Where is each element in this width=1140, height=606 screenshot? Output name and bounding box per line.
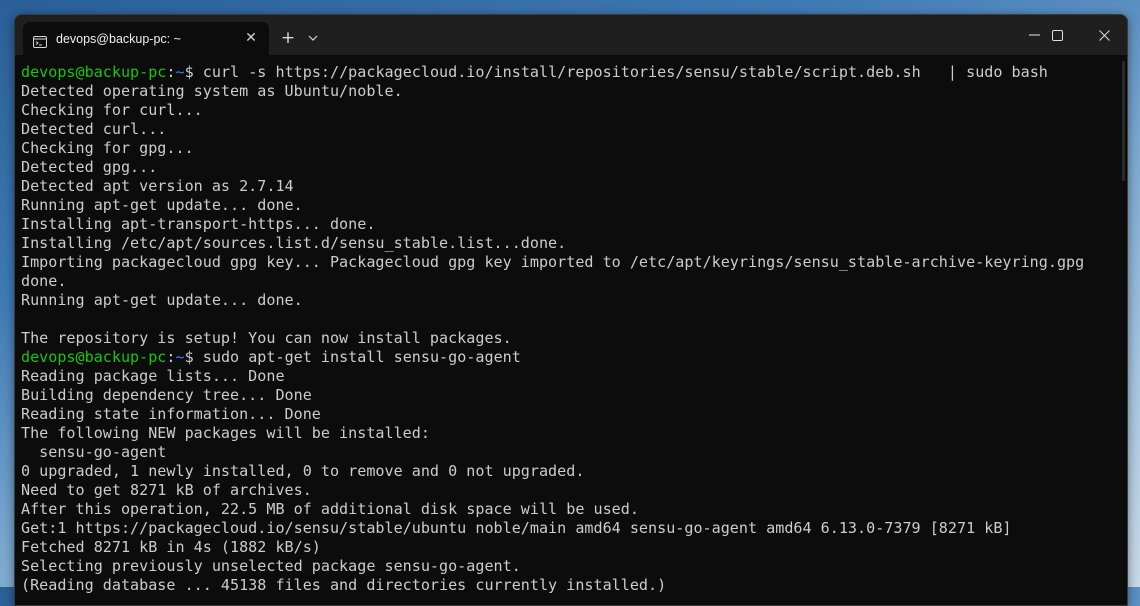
- prompt-symbol: $: [184, 348, 203, 366]
- output-line: Checking for curl...: [21, 101, 203, 119]
- prompt-user: devops@backup-pc: [21, 63, 167, 81]
- output-line: Detected gpg...: [21, 158, 158, 176]
- prompt-line: devops@backup-pc:~$ curl -s https://pack…: [21, 63, 1048, 81]
- output-line: Reading package lists... Done: [21, 367, 285, 385]
- prompt-symbol: $: [184, 63, 203, 81]
- output-line: (Reading database ... 45138 files and di…: [21, 576, 667, 594]
- prompt-line: devops@backup-pc:~$ sudo apt-get install…: [21, 348, 521, 366]
- prompt-path: ~: [175, 63, 185, 81]
- output-line: Fetched 8271 kB in 4s (1882 kB/s): [21, 538, 321, 556]
- output-line: The repository is setup! You can now ins…: [21, 329, 512, 347]
- output-line: done.: [21, 272, 67, 290]
- maximize-button[interactable]: [1034, 15, 1080, 55]
- scrollbar[interactable]: [1122, 61, 1125, 181]
- output-line: Detected apt version as 2.7.14: [21, 177, 294, 195]
- output-line: Selecting previously unselected package …: [21, 557, 521, 575]
- output-line: Installing /etc/apt/sources.list.d/sensu…: [21, 234, 567, 252]
- tab-dropdown-chevron-down-icon[interactable]: [304, 28, 322, 48]
- output-line: Reading state information... Done: [21, 405, 321, 423]
- output-line: Building dependency tree... Done: [21, 386, 312, 404]
- output-line: sensu-go-agent: [21, 443, 167, 461]
- output-line: The following NEW packages will be insta…: [21, 424, 430, 442]
- title-bar: devops@backup-pc: ~ ✕ +: [15, 15, 1127, 55]
- terminal-window: devops@backup-pc: ~ ✕ + devops@backup-pc…: [14, 14, 1128, 606]
- output-line: Checking for gpg...: [21, 139, 194, 157]
- terminal-icon: [33, 33, 47, 48]
- prompt-path: ~: [175, 348, 185, 366]
- terminal-output[interactable]: devops@backup-pc:~$ curl -s https://pack…: [21, 63, 1084, 595]
- output-line: Get:1 https://packagecloud.io/sensu/stab…: [21, 519, 1012, 537]
- output-line: Need to get 8271 kB of archives.: [21, 481, 312, 499]
- prompt-user: devops@backup-pc: [21, 348, 167, 366]
- output-line: Detected curl...: [21, 120, 167, 138]
- tab-close-icon[interactable]: ✕: [243, 30, 259, 46]
- tab-terminal[interactable]: devops@backup-pc: ~ ✕: [23, 22, 269, 55]
- close-icon: [1098, 29, 1110, 41]
- output-line: Detected operating system as Ubuntu/nobl…: [21, 82, 403, 100]
- new-tab-button[interactable]: +: [277, 27, 299, 49]
- output-line: Running apt-get update... done.: [21, 291, 303, 309]
- output-line: Running apt-get update... done.: [21, 196, 303, 214]
- output-line: After this operation, 22.5 MB of additio…: [21, 500, 639, 518]
- command-text: sudo apt-get install sensu-go-agent: [202, 348, 521, 366]
- tab-title: devops@backup-pc: ~: [56, 31, 181, 46]
- output-line: 0 upgraded, 1 newly installed, 0 to remo…: [21, 462, 585, 480]
- close-window-button[interactable]: [1081, 15, 1127, 55]
- maximize-icon: [1051, 29, 1063, 41]
- output-line: Installing apt-transport-https... done.: [21, 215, 376, 233]
- output-line: Importing packagecloud gpg key... Packag…: [21, 253, 1085, 271]
- command-text: curl -s https://packagecloud.io/install/…: [202, 63, 1048, 81]
